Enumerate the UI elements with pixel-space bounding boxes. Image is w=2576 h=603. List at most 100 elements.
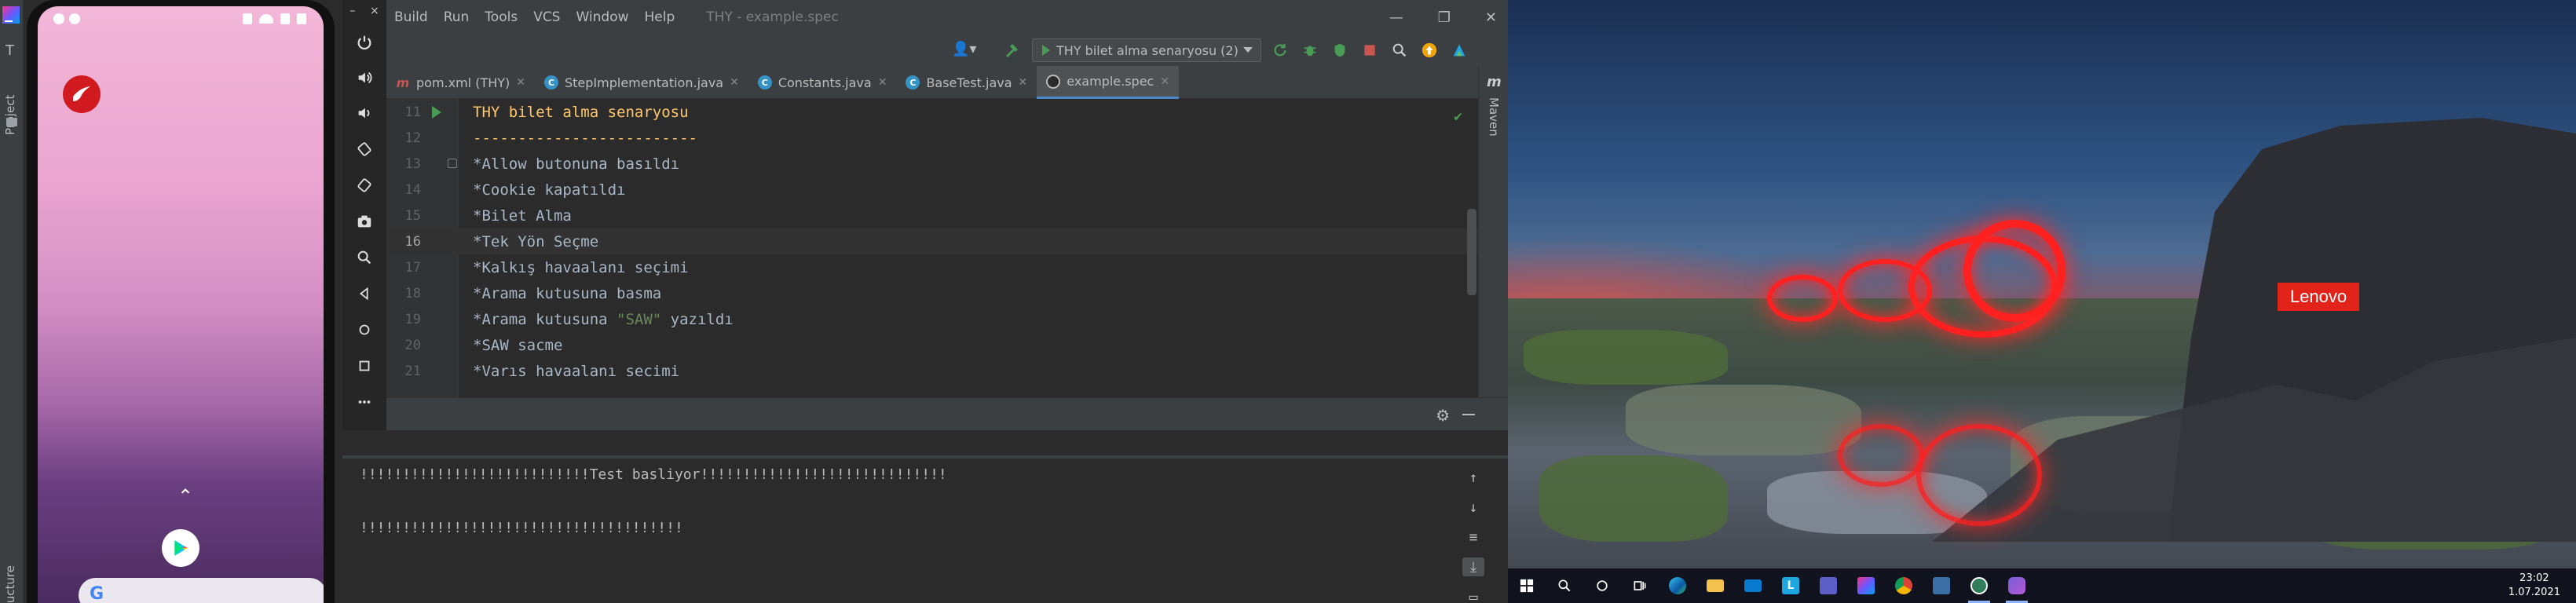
tab-example-spec[interactable]: example.spec ✕	[1037, 66, 1180, 99]
tab-step-implementation[interactable]: C StepImplementation.java ✕	[535, 66, 748, 99]
run-scenario-icon[interactable]	[432, 106, 441, 119]
overview-icon[interactable]	[352, 353, 377, 378]
editor-line[interactable]: 17 *Kalkış havaalanı seçimi	[386, 254, 1478, 280]
mail-icon[interactable]	[1734, 568, 1772, 603]
editor-line[interactable]: 14 *Cookie kapatıldı	[386, 177, 1478, 203]
close-button[interactable]: ✕	[1485, 9, 1497, 26]
line-number: 17	[404, 260, 421, 276]
rerun-icon[interactable]	[1271, 41, 1290, 60]
back-icon[interactable]	[352, 281, 377, 306]
line-number: 21	[404, 364, 421, 379]
task-view-icon[interactable]	[1621, 568, 1659, 603]
google-search-bar[interactable]: G	[79, 578, 324, 603]
file-explorer-icon[interactable]	[1696, 568, 1734, 603]
menu-help[interactable]: Help	[637, 9, 683, 25]
build-hammer-icon[interactable]	[1004, 41, 1023, 60]
emulator-close-button[interactable]: ×	[370, 5, 379, 17]
restore-button[interactable]: ❐	[1438, 9, 1451, 26]
app-drawer-chevron-up-icon[interactable]: ⌃	[177, 485, 193, 507]
editor-scrollbar[interactable]	[1467, 209, 1476, 295]
project-tool-tab[interactable]: Project	[3, 75, 20, 154]
left-monitor: T Project Structure ⌃ G – × Build Run To…	[0, 0, 1508, 603]
editor-line[interactable]: 13 *Allow butonuna basıldı	[386, 151, 1478, 177]
minimize-button[interactable]: —	[1389, 9, 1403, 26]
phone-screen[interactable]: ⌃ G	[38, 6, 324, 603]
editor-line[interactable]: 20 *SAW sacme	[386, 332, 1478, 358]
arrow-down-icon[interactable]: ↓	[1462, 498, 1484, 517]
fold-icon[interactable]	[448, 159, 457, 168]
stop-icon[interactable]	[1360, 41, 1379, 60]
arrow-up-icon[interactable]: ↑	[1462, 468, 1484, 487]
home-icon[interactable]	[352, 317, 377, 342]
edge-icon[interactable]	[1659, 568, 1696, 603]
tab-base-test[interactable]: C BaseTest.java ✕	[896, 66, 1037, 99]
close-icon[interactable]: ✕	[1019, 76, 1028, 89]
debug-icon[interactable]	[1301, 41, 1319, 60]
close-icon[interactable]: ✕	[516, 76, 525, 89]
editor-line[interactable]: 12 -------------------------	[386, 125, 1478, 151]
more-icon[interactable]	[352, 389, 377, 415]
print-icon[interactable]: ▭	[1462, 587, 1484, 603]
code-text: -------------------------	[473, 130, 697, 147]
emulator-icon[interactable]	[1998, 568, 2036, 603]
gear-icon[interactable]: ⚙	[1436, 406, 1450, 425]
android-studio-icon[interactable]	[1960, 568, 1998, 603]
code-text: *Arama kutusuna "SAW" yazıldı	[473, 311, 734, 328]
volume-down-icon[interactable]	[352, 100, 377, 126]
maven-tool-tab[interactable]: Maven	[1487, 97, 1501, 137]
editor-line[interactable]: 21 *Varıs havaalanı secimi	[386, 358, 1478, 384]
menu-vcs[interactable]: VCS	[525, 9, 568, 25]
system-clock[interactable]: 23:02 1.07.2021	[2508, 572, 2560, 600]
maven-icon: m	[396, 75, 410, 90]
turkish-airlines-app-icon[interactable]	[63, 75, 101, 113]
code-editor[interactable]: 11 THY bilet alma senaryosu 12 ------------…	[386, 99, 1478, 397]
hide-panel-icon[interactable]	[1462, 414, 1475, 415]
editor-line[interactable]: 16 *Tek Yön Seçme	[386, 228, 1478, 254]
cortana-icon[interactable]	[1583, 568, 1621, 603]
close-icon[interactable]: ✕	[878, 76, 887, 89]
run-console[interactable]: !!!!!!!!!!!!!!!!!!!!!!!!!!!Test basliyor…	[342, 430, 1508, 603]
tab-constants[interactable]: C Constants.java ✕	[748, 66, 897, 99]
menu-build[interactable]: Build	[386, 9, 436, 25]
chrome-icon[interactable]	[1885, 568, 1923, 603]
rock-slab	[1626, 385, 1861, 455]
menu-run[interactable]: Run	[436, 9, 478, 25]
intellij-icon[interactable]	[1847, 568, 1885, 603]
rotate-left-icon[interactable]	[352, 137, 377, 162]
tab-pom-xml[interactable]: m pom.xml (THY) ✕	[386, 66, 535, 99]
close-icon[interactable]: ✕	[1160, 75, 1169, 88]
ide-features-icon[interactable]	[1450, 41, 1469, 60]
teams-icon[interactable]	[1809, 568, 1847, 603]
power-icon[interactable]	[352, 30, 377, 55]
soft-wrap-icon[interactable]: ≡	[1462, 528, 1484, 546]
emulator-minimize-button[interactable]: –	[349, 5, 355, 17]
zoom-icon[interactable]	[352, 245, 377, 270]
update-icon[interactable]	[1420, 41, 1439, 60]
close-icon[interactable]: ✕	[730, 76, 739, 89]
rotate-right-icon[interactable]	[352, 173, 377, 198]
editor-line[interactable]: 19 *Arama kutusuna "SAW" yazıldı	[386, 306, 1478, 332]
editor-line[interactable]: 15 *Bilet Alma	[386, 203, 1478, 228]
search-everywhere-icon[interactable]	[1390, 41, 1409, 60]
scroll-to-end-icon[interactable]: ⤓	[1462, 557, 1484, 576]
camera-icon[interactable]	[352, 209, 377, 234]
editor-line[interactable]: 18 *Arama kutusuna basma	[386, 280, 1478, 306]
left-tool-strip: T Project Structure	[0, 0, 24, 603]
line-number: 19	[404, 312, 421, 327]
user-dropdown-icon[interactable]: 👤▾	[952, 41, 986, 60]
play-store-app-icon[interactable]	[162, 529, 199, 567]
window-title: THY - example.spec	[706, 9, 839, 25]
editor-line[interactable]: 11 THY bilet alma senaryosu	[386, 99, 1478, 125]
menu-window[interactable]: Window	[568, 9, 636, 25]
windows-start-icon[interactable]	[1508, 568, 1546, 603]
run-configuration-select[interactable]: THY bilet alma senaryosu (2)	[1032, 38, 1261, 62]
search-icon[interactable]	[1546, 568, 1583, 603]
coverage-icon[interactable]	[1330, 41, 1349, 60]
structure-tool-tab[interactable]: Structure	[3, 565, 17, 603]
store-icon[interactable]	[1923, 568, 1960, 603]
menu-tools[interactable]: Tools	[477, 9, 525, 25]
l-app-icon[interactable]: L	[1772, 568, 1809, 603]
java-class-icon: C	[757, 75, 772, 90]
maven-icon[interactable]: m	[1487, 74, 1502, 90]
volume-up-icon[interactable]	[352, 65, 377, 90]
